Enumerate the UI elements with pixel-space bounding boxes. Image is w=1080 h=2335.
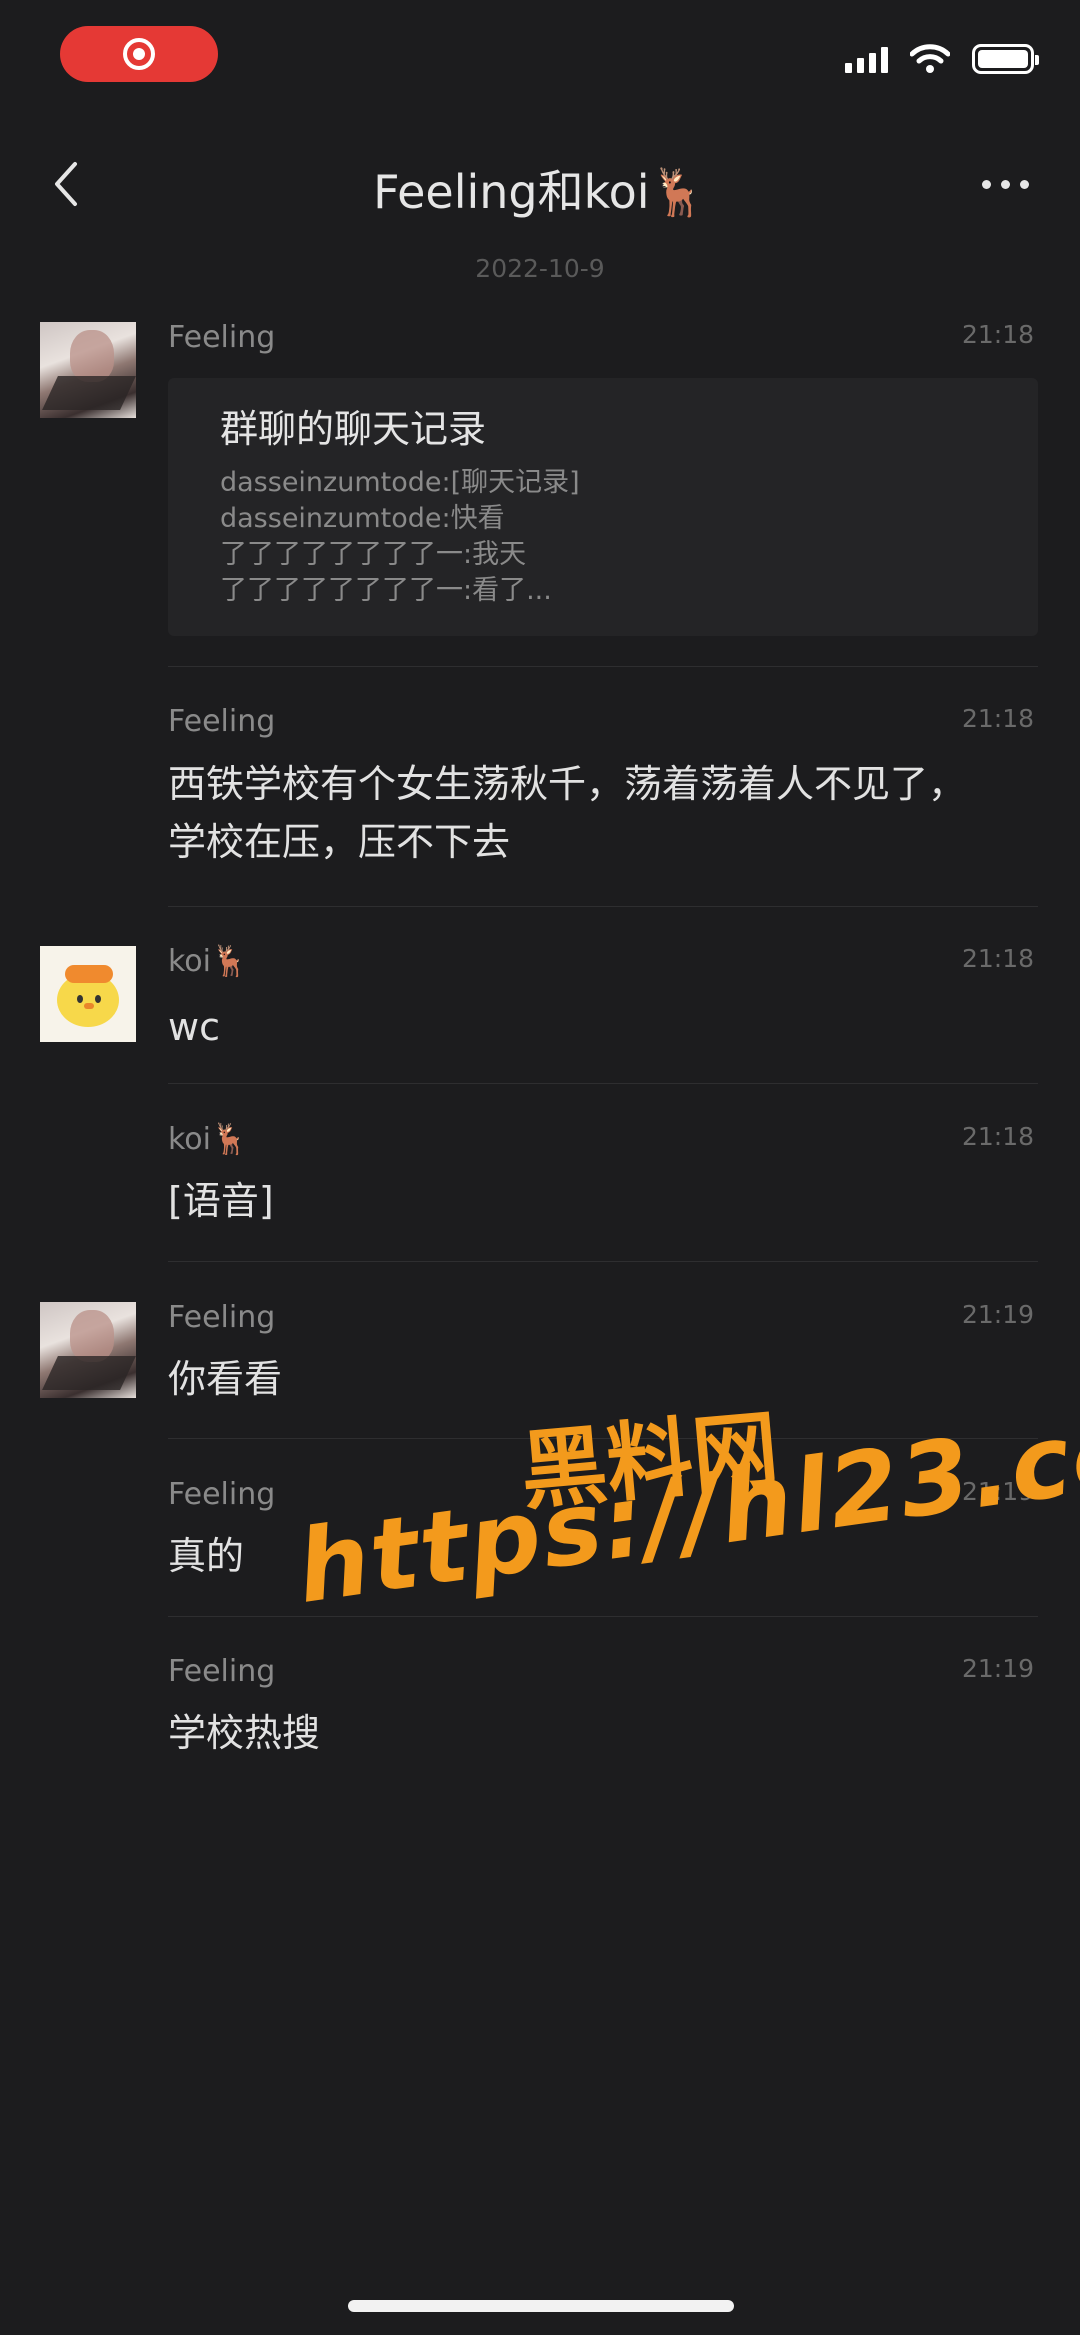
chat-record-line: dasseinzumtode:[聊天记录]: [220, 467, 580, 498]
battery-icon: [972, 44, 1039, 74]
sender-name: Feeling: [168, 1654, 276, 1689]
message-time: 21:19: [961, 1300, 1034, 1329]
sender-name: Feeling: [168, 1477, 276, 1512]
cellular-signal-icon: [845, 45, 888, 73]
sender-name: Feeling: [168, 704, 276, 739]
screen-record-icon: [123, 38, 155, 70]
divider: [168, 1438, 1038, 1439]
sender-name: Feeling: [168, 320, 276, 355]
message-text[interactable]: wc: [168, 998, 998, 1056]
chat-record-title: 群聊的聊天记录: [220, 407, 487, 451]
divider: [168, 1083, 1038, 1084]
avatar-koi[interactable]: [40, 946, 136, 1042]
wifi-icon: [910, 44, 950, 73]
chat-record-line: 了了了了了了了了一:看了...: [220, 575, 552, 606]
message-text[interactable]: 你看看: [168, 1350, 998, 1408]
avatar-feeling[interactable]: [40, 1302, 136, 1398]
message-text[interactable]: 学校热搜: [168, 1704, 998, 1762]
message-time: 21:18: [961, 704, 1034, 733]
message-time: 21:19: [961, 1477, 1034, 1506]
sender-name: koi🦌: [168, 1122, 249, 1157]
divider: [168, 666, 1038, 667]
message-time: 21:18: [961, 1122, 1034, 1151]
status-icons: [845, 44, 1039, 74]
message-text[interactable]: 真的: [168, 1527, 998, 1585]
screen-record-indicator[interactable]: [60, 26, 218, 82]
sender-name: koi🦌: [168, 944, 249, 979]
more-dots-icon: [981, 179, 991, 189]
nav-bar: Feeling和koi🦌: [0, 140, 1080, 230]
more-options-button[interactable]: [970, 154, 1040, 214]
status-bar: [0, 0, 1080, 110]
watermark-url: https://hl23.co: [290, 1391, 1080, 1626]
message-time: 21:18: [961, 944, 1034, 973]
message-time: 21:18: [961, 320, 1034, 349]
home-indicator[interactable]: [348, 2300, 734, 2312]
avatar-feeling[interactable]: [40, 322, 136, 418]
divider: [168, 906, 1038, 907]
voice-message[interactable]: [语音]: [168, 1172, 998, 1230]
message-time: 21:19: [961, 1654, 1034, 1683]
chat-record-card[interactable]: 群聊的聊天记录 dasseinzumtode:[聊天记录] dasseinzum…: [168, 378, 1038, 636]
watermark: 黑料网 https://hl23.co: [0, 0, 1080, 2335]
sender-name: Feeling: [168, 1300, 276, 1335]
chat-record-line: 了了了了了了了了一:我天: [220, 539, 527, 570]
message-text[interactable]: 西铁学校有个女生荡秋千，荡着荡着人不见了，学校在压，压不下去: [168, 755, 998, 871]
date-separator: 2022-10-9: [475, 254, 605, 283]
divider: [168, 1616, 1038, 1617]
chat-title: Feeling和koi🦌: [373, 165, 707, 219]
divider: [168, 1261, 1038, 1262]
chat-record-line: dasseinzumtode:快看: [220, 503, 505, 534]
